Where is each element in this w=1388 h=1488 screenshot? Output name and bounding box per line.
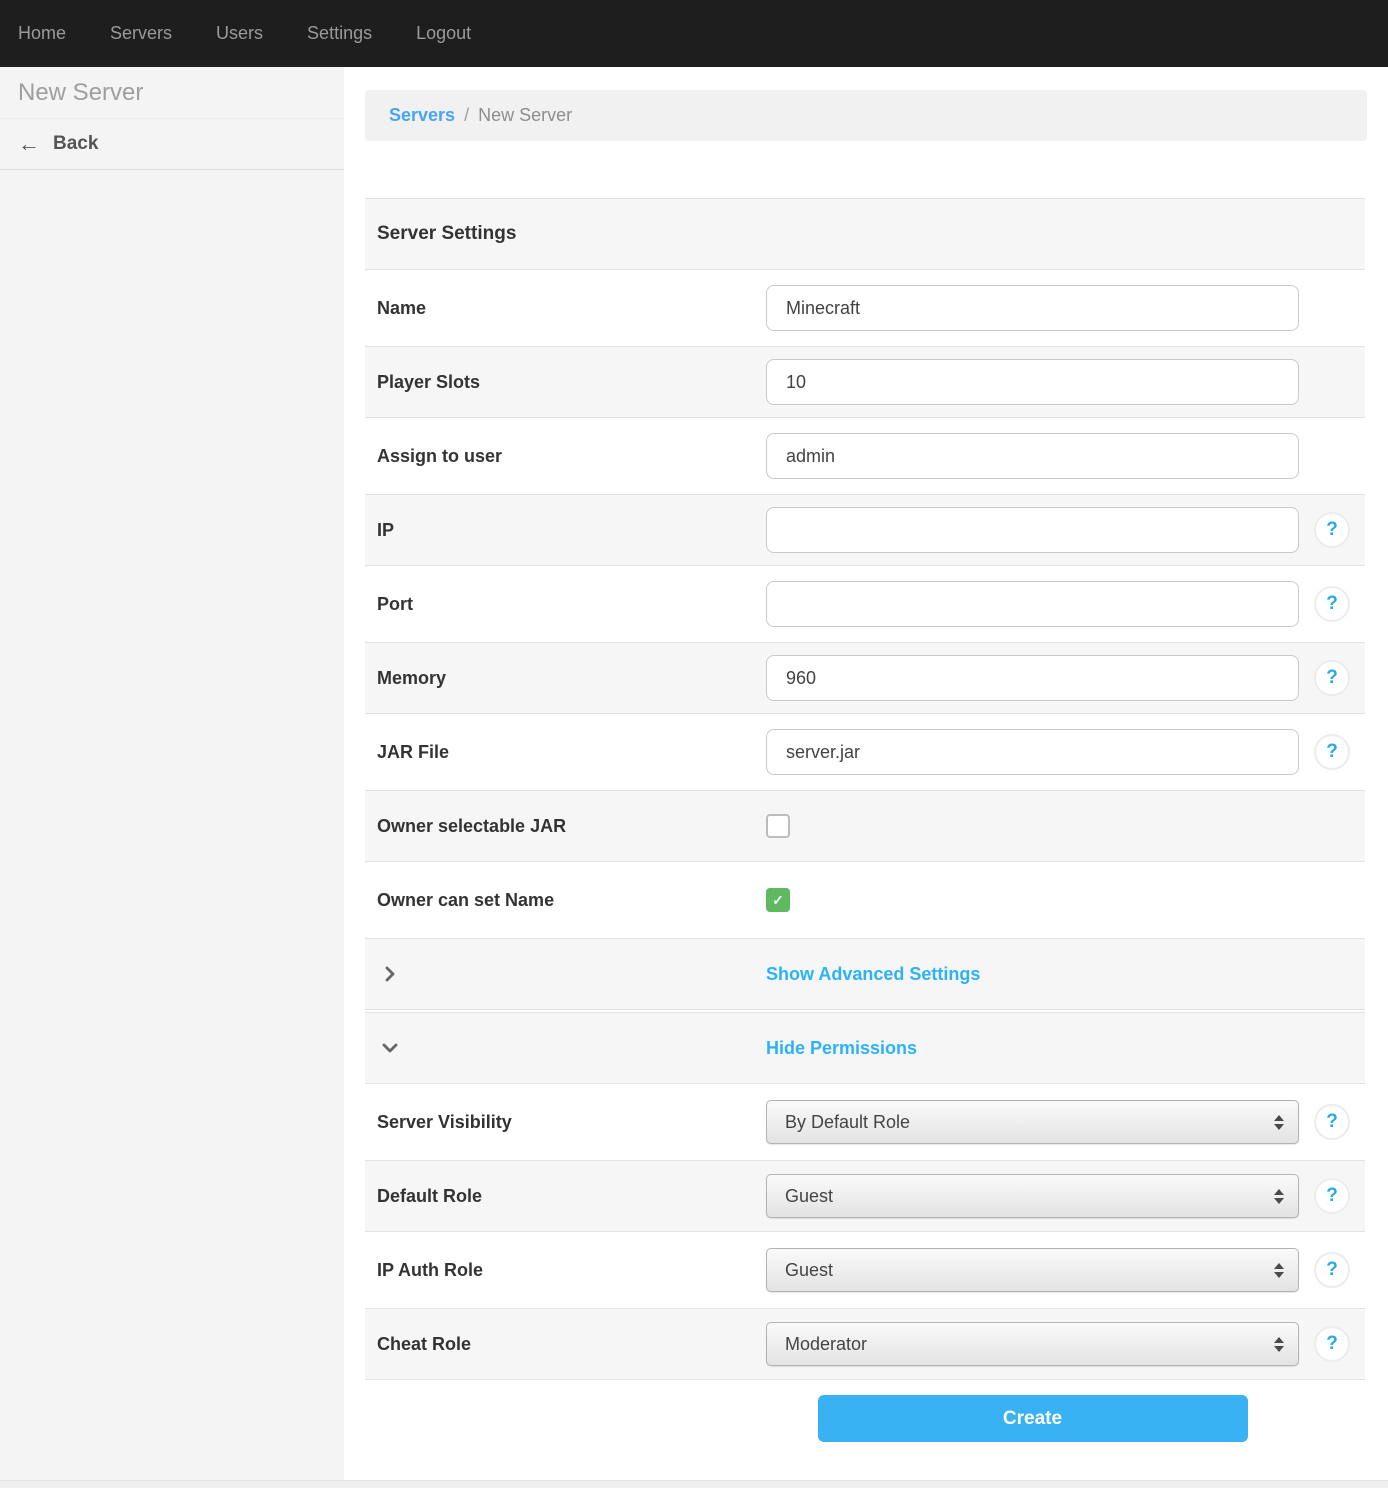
- main-content: Servers / New Server Server Settings Nam…: [344, 67, 1388, 1481]
- assign-to-user-input[interactable]: [766, 433, 1299, 479]
- memory-input[interactable]: [766, 655, 1299, 701]
- bottom-divider: [0, 1480, 1388, 1488]
- show-advanced-settings-link[interactable]: Show Advanced Settings: [766, 964, 980, 985]
- breadcrumb-current: New Server: [478, 105, 572, 126]
- hide-permissions-link[interactable]: Hide Permissions: [766, 1038, 917, 1059]
- ip-label: IP: [365, 520, 766, 541]
- breadcrumb: Servers / New Server: [365, 90, 1367, 141]
- ip-auth-role-label: IP Auth Role: [365, 1260, 766, 1281]
- assign-to-user-label: Assign to user: [365, 446, 766, 467]
- form-row-permissions-toggle: Hide Permissions: [365, 1012, 1365, 1084]
- section-title: Server Settings: [365, 223, 516, 245]
- check-icon: ✓: [772, 892, 784, 909]
- form-row-owner-can-set-name: Owner can set Name ✓: [365, 864, 1365, 936]
- memory-label: Memory: [365, 668, 766, 689]
- default-role-selected-value: Guest: [785, 1186, 833, 1207]
- form-row-name: Name: [365, 272, 1365, 344]
- default-role-select[interactable]: Guest: [766, 1174, 1299, 1218]
- back-label: Back: [53, 133, 98, 155]
- form-row-server-visibility: Server Visibility By Default Role ?: [365, 1086, 1365, 1158]
- back-button[interactable]: ← Back: [0, 119, 344, 170]
- form-row-ip: IP ?: [365, 494, 1365, 566]
- server-visibility-label: Server Visibility: [365, 1112, 766, 1133]
- back-arrow-icon: ←: [18, 133, 40, 155]
- owner-selectable-jar-label: Owner selectable JAR: [365, 816, 766, 837]
- form-row-ip-auth-role: IP Auth Role Guest ?: [365, 1234, 1365, 1306]
- server-visibility-selected-value: By Default Role: [785, 1112, 910, 1133]
- name-input[interactable]: [766, 285, 1299, 331]
- server-visibility-help-icon[interactable]: ?: [1314, 1104, 1350, 1140]
- select-stepper-icon: [1274, 1263, 1284, 1278]
- cheat-role-label: Cheat Role: [365, 1334, 766, 1355]
- form-row-create: Create: [365, 1382, 1365, 1456]
- form-row-owner-selectable-jar: Owner selectable JAR ✓: [365, 790, 1365, 862]
- ip-auth-role-selected-value: Guest: [785, 1260, 833, 1281]
- port-label: Port: [365, 594, 766, 615]
- nav-item-settings[interactable]: Settings: [285, 23, 394, 44]
- page-title: New Server: [0, 67, 344, 119]
- jar-file-label: JAR File: [365, 742, 766, 763]
- select-stepper-icon: [1274, 1337, 1284, 1352]
- name-label: Name: [365, 298, 766, 319]
- jar-file-input[interactable]: [766, 729, 1299, 775]
- select-stepper-icon: [1274, 1189, 1284, 1204]
- section-header-row: Server Settings: [365, 198, 1365, 270]
- ip-auth-role-help-icon[interactable]: ?: [1314, 1252, 1350, 1288]
- default-role-help-icon[interactable]: ?: [1314, 1178, 1350, 1214]
- owner-can-set-name-label: Owner can set Name: [365, 890, 766, 911]
- nav-item-users[interactable]: Users: [194, 23, 285, 44]
- owner-can-set-name-checkbox[interactable]: ✓: [766, 888, 790, 912]
- default-role-label: Default Role: [365, 1186, 766, 1207]
- port-input[interactable]: [766, 581, 1299, 627]
- owner-selectable-jar-checkbox[interactable]: ✓: [766, 814, 790, 838]
- form-row-default-role: Default Role Guest ?: [365, 1160, 1365, 1232]
- nav-item-logout[interactable]: Logout: [394, 23, 493, 44]
- select-stepper-icon: [1274, 1115, 1284, 1130]
- server-settings-form: Server Settings Name Player Slots: [365, 198, 1365, 1456]
- player-slots-label: Player Slots: [365, 372, 766, 393]
- nav-item-servers[interactable]: Servers: [88, 23, 194, 44]
- cheat-role-select[interactable]: Moderator: [766, 1322, 1299, 1366]
- ip-input[interactable]: [766, 507, 1299, 553]
- player-slots-input[interactable]: [766, 359, 1299, 405]
- sidebar: New Server ← Back: [0, 67, 344, 1481]
- top-navbar: Home Servers Users Settings Logout: [0, 0, 1388, 67]
- nav-item-home[interactable]: Home: [0, 23, 88, 44]
- breadcrumb-servers-link[interactable]: Servers: [389, 105, 455, 126]
- ip-auth-role-select[interactable]: Guest: [766, 1248, 1299, 1292]
- ip-help-icon[interactable]: ?: [1314, 512, 1350, 548]
- form-row-cheat-role: Cheat Role Moderator ?: [365, 1308, 1365, 1380]
- create-button[interactable]: Create: [818, 1395, 1248, 1442]
- chevron-down-icon[interactable]: [381, 1039, 399, 1057]
- chevron-right-icon[interactable]: [381, 965, 399, 983]
- cheat-role-help-icon[interactable]: ?: [1314, 1326, 1350, 1362]
- form-row-port: Port ?: [365, 568, 1365, 640]
- form-row-assign-to-user: Assign to user: [365, 420, 1365, 492]
- form-row-player-slots: Player Slots: [365, 346, 1365, 418]
- form-row-jar-file: JAR File ?: [365, 716, 1365, 788]
- port-help-icon[interactable]: ?: [1314, 586, 1350, 622]
- breadcrumb-separator: /: [464, 105, 469, 126]
- memory-help-icon[interactable]: ?: [1314, 660, 1350, 696]
- form-row-memory: Memory ?: [365, 642, 1365, 714]
- jar-file-help-icon[interactable]: ?: [1314, 734, 1350, 770]
- server-visibility-select[interactable]: By Default Role: [766, 1100, 1299, 1144]
- cheat-role-selected-value: Moderator: [785, 1334, 867, 1355]
- form-row-advanced-toggle: Show Advanced Settings: [365, 938, 1365, 1010]
- page: Home Servers Users Settings Logout New S…: [0, 0, 1388, 1488]
